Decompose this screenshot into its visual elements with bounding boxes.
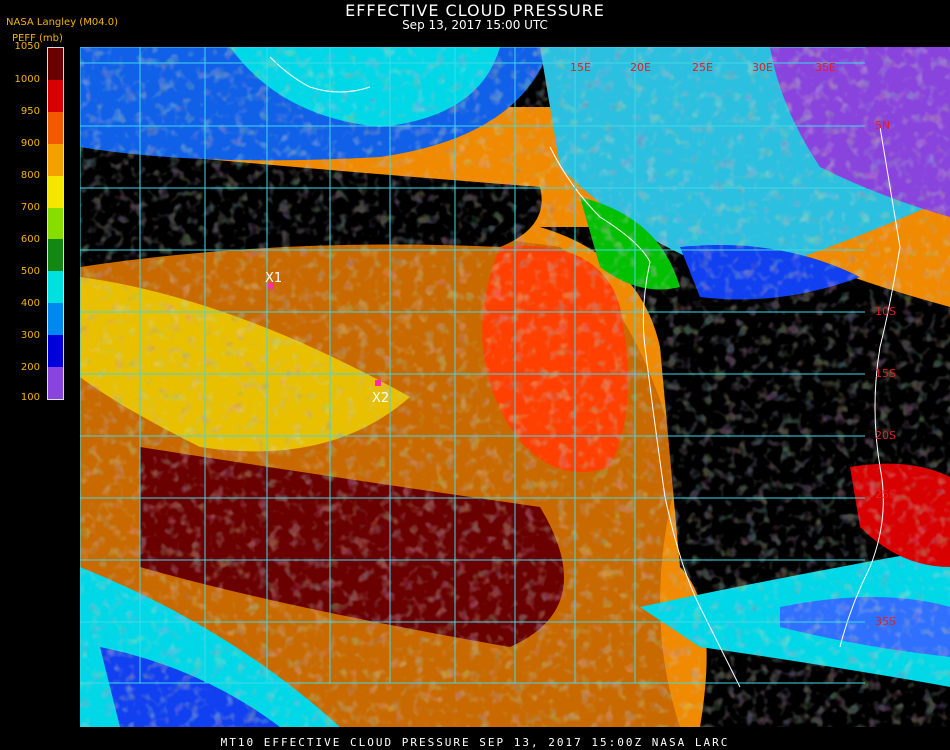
colorbar-tick-label: 400 [20, 298, 40, 309]
colorbar-swatch [48, 48, 63, 80]
colorbar-tick-label: 600 [20, 234, 40, 245]
colorbar-swatch [48, 79, 63, 112]
colorbar-swatch [48, 303, 63, 336]
latitude-label: 15S [875, 367, 896, 380]
colorbar-swatch [48, 271, 63, 304]
colorbar-tick-label: 100 [20, 392, 40, 403]
colorbar-swatch [48, 367, 63, 399]
colorbar-tick-label: 200 [20, 362, 40, 373]
marker-point [375, 380, 381, 386]
colorbar-tick-label: 1050 [14, 41, 40, 52]
longitude-label: 20E [630, 61, 651, 74]
longitude-label: 30E [752, 61, 773, 74]
cloud-pressure-map[interactable]: 15E 20E 25E 30E 35E 5N 10S 15S 20S 25S 35S X1 X2 [80, 47, 950, 727]
colorbar-swatch [48, 239, 63, 272]
colorbar-swatch [48, 143, 63, 176]
colorbar [47, 47, 64, 400]
marker-label: X1 [265, 271, 282, 286]
colorbar-tick-label: 800 [20, 170, 40, 181]
colorbar-tick-label: 300 [20, 330, 40, 341]
colorbar-swatch [48, 175, 63, 208]
colorbar-swatch [48, 207, 63, 240]
latitude-label: 25S [875, 488, 896, 501]
marker-label: X2 [372, 391, 389, 406]
brand-label: NASA Langley (M04.0) [6, 17, 118, 28]
latitude-label: 10S [875, 305, 896, 318]
footer-caption: MT10 EFFECTIVE CLOUD PRESSURE SEP 13, 20… [220, 736, 730, 749]
longitude-label: 15E [570, 61, 591, 74]
colorbar-tick-label: 1000 [14, 74, 40, 85]
longitude-label: 35E [815, 61, 836, 74]
latitude-label: 5N [875, 119, 890, 132]
latitude-label: 20S [875, 429, 896, 442]
colorbar-tick-label: 700 [20, 202, 40, 213]
colorbar-tick-label: 950 [20, 106, 40, 117]
colorbar-tick-label: 500 [20, 266, 40, 277]
page-subtitle: Sep 13, 2017 15:00 UTC [402, 18, 548, 32]
longitude-label: 25E [692, 61, 713, 74]
colorbar-tick-label: 900 [20, 138, 40, 149]
colorbar-swatch [48, 111, 63, 144]
colorbar-swatch [48, 335, 63, 368]
latitude-label: 35S [875, 615, 896, 628]
